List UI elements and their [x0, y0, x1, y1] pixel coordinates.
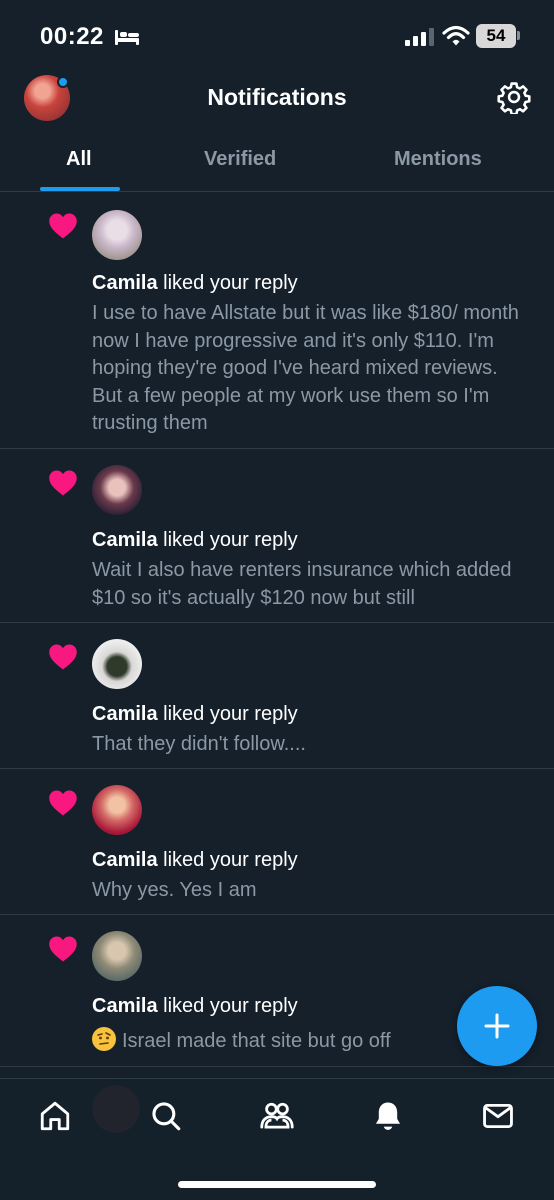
- notification-item[interactable]: Camila liked your reply That they didn't…: [0, 623, 554, 769]
- reply-text: Why yes. Yes I am: [92, 879, 257, 901]
- communities-icon[interactable]: [259, 1099, 295, 1133]
- heart-icon: [49, 213, 77, 239]
- battery-tip: [517, 31, 520, 40]
- avatar[interactable]: [92, 465, 142, 515]
- user-name[interactable]: Camila: [92, 272, 158, 294]
- scrolled-avatar: [92, 1085, 140, 1133]
- notification-item[interactable]: Camila liked your reply Why yes. Yes I a…: [0, 769, 554, 915]
- bed-icon: [115, 30, 139, 45]
- header: Notifications: [0, 72, 554, 132]
- reply-text: Wait I also have renters insurance which…: [92, 559, 512, 609]
- messages-icon[interactable]: [481, 1099, 515, 1133]
- status-bar: 00:22 54: [0, 0, 554, 72]
- reply-text-content: Israel made that site but go off: [122, 1030, 391, 1052]
- battery-icon: 54: [476, 24, 516, 48]
- user-name[interactable]: Camila: [92, 529, 158, 551]
- wifi-icon: [442, 25, 470, 46]
- notifications-bell-icon[interactable]: [371, 1099, 405, 1133]
- notification-title: Camila liked your reply: [92, 849, 298, 872]
- avatar[interactable]: [92, 931, 142, 981]
- heart-icon: [49, 790, 77, 816]
- notification-action: liked your reply: [163, 703, 298, 725]
- notification-title: Camila liked your reply: [92, 995, 298, 1018]
- notification-action: liked your reply: [163, 529, 298, 551]
- tab-all[interactable]: All: [66, 148, 92, 171]
- home-indicator: [178, 1181, 376, 1188]
- signal-icon: [405, 28, 434, 46]
- tab-mentions[interactable]: Mentions: [394, 148, 482, 171]
- raised-eyebrow-emoji-icon: [92, 1027, 116, 1051]
- settings-gear-icon[interactable]: [497, 80, 531, 114]
- notification-title: Camila liked your reply: [92, 529, 298, 552]
- avatar[interactable]: [92, 639, 142, 689]
- reply-text: That they didn't follow....: [92, 733, 306, 755]
- home-icon[interactable]: [38, 1099, 72, 1133]
- heart-icon: [49, 470, 77, 496]
- notification-title: Camila liked your reply: [92, 703, 298, 726]
- status-time: 00:22: [40, 23, 104, 50]
- notification-action: liked your reply: [163, 995, 298, 1017]
- notification-item[interactable]: Camila liked your reply I use to have Al…: [0, 192, 554, 449]
- active-tab-indicator: [40, 187, 120, 191]
- page-title: Notifications: [207, 84, 347, 110]
- search-icon[interactable]: [149, 1099, 183, 1133]
- compose-button[interactable]: [457, 986, 537, 1066]
- notification-action: liked your reply: [163, 849, 298, 871]
- heart-icon: [49, 936, 77, 962]
- tab-verified[interactable]: Verified: [204, 148, 276, 171]
- avatar[interactable]: [92, 785, 142, 835]
- battery-level: 54: [486, 26, 506, 45]
- user-name[interactable]: Camila: [92, 703, 158, 725]
- heart-icon: [49, 644, 77, 670]
- avatar[interactable]: [92, 210, 142, 260]
- notification-action: liked your reply: [163, 272, 298, 294]
- plus-icon: [484, 1013, 510, 1039]
- tab-bar: All Verified Mentions: [0, 134, 554, 192]
- notification-item[interactable]: Camila liked your reply Wait I also have…: [0, 449, 554, 623]
- user-name[interactable]: Camila: [92, 849, 158, 871]
- user-name[interactable]: Camila: [92, 995, 158, 1017]
- reply-text: I use to have Allstate but it was like $…: [92, 302, 519, 434]
- notification-title: Camila liked your reply: [92, 272, 298, 295]
